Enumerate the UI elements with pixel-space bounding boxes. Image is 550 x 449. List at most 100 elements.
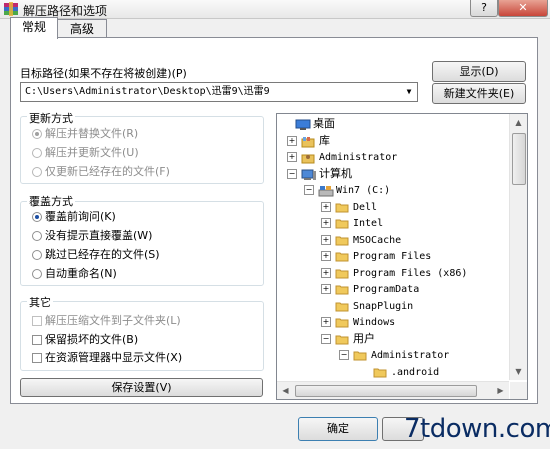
expand-icon[interactable]: + [321,251,331,261]
checkbox-box [32,353,42,363]
radio-auto-rename[interactable]: 自动重命名(N) [32,267,117,281]
target-path-label: 目标路径(如果不存在将被创建)(P) [20,67,187,80]
radio-circle [32,148,42,158]
expand-icon[interactable]: + [321,202,331,212]
vertical-scrollbar[interactable]: ▲ ▼ [509,114,527,380]
checkbox-show-in-explorer[interactable]: 在资源管理器中显示文件(X) [32,351,182,365]
checkbox-extract-to-subfolders[interactable]: 解压压缩文件到子文件夹(L) [32,314,181,328]
scroll-left-icon[interactable]: ◀ [277,382,294,399]
tab-advanced[interactable]: 高级 [57,19,107,39]
expand-icon[interactable]: + [321,218,331,228]
scroll-down-icon[interactable]: ▼ [510,363,527,380]
winrar-icon [4,2,18,16]
scroll-thumb-vertical[interactable] [512,133,526,185]
target-path-value: C:\Users\Administrator\Desktop\迅雷9\迅雷9 [25,86,270,97]
update-mode-title: 更新方式 [27,110,75,126]
tree-item-label: .android [391,367,440,378]
tree-item[interactable]: − Administrator [339,347,449,363]
radio-extract-update[interactable]: 解压并更新文件(U) [32,146,139,160]
chevron-down-icon[interactable]: ▼ [401,83,417,101]
tree-item-label: Program Files [353,251,432,262]
tree-item-label: ProgramData [353,284,420,295]
expand-icon[interactable]: + [321,268,331,278]
radio-circle [32,167,42,177]
radio-circle [32,269,42,279]
tree-item-label: Administrator [371,350,450,361]
radio-circle [32,212,42,222]
radio-skip-existing[interactable]: 跳过已经存在的文件(S) [32,248,160,262]
tab-general[interactable]: 常规 [10,17,58,39]
folder-icon [335,235,349,246]
watermark: 7tdown.com [404,414,550,444]
tree-item[interactable]: SnapPlugin [321,298,413,314]
computer-icon [301,169,316,180]
tree-item[interactable]: + Windows [321,314,395,330]
folder-icon [335,284,349,295]
tree-item[interactable]: + MSOCache [321,232,401,248]
tree-item-label: Administrator [319,152,398,163]
title-bar: 解压路径和选项 ? ✕ [0,0,550,19]
tree-item-label: MSOCache [353,235,402,246]
tree-item[interactable]: + Intel [321,215,383,231]
folder-icon [335,301,349,312]
expand-icon[interactable]: + [287,152,297,162]
misc-title: 其它 [27,294,53,310]
target-path-combobox[interactable]: C:\Users\Administrator\Desktop\迅雷9\迅雷9 ▼ [20,82,418,102]
folder-tree[interactable]: 桌面 + 库 + Administrator − 计算机 − Win7 (C:) + Dell + In… [276,113,528,400]
collapse-icon[interactable]: − [339,350,349,360]
expand-icon[interactable]: + [287,136,297,146]
tree-item-label: 库 [319,134,330,147]
library-icon [301,136,315,147]
collapse-icon[interactable]: − [304,185,314,195]
save-settings-button[interactable]: 保存设置(V) [20,378,263,397]
expand-icon[interactable]: + [321,235,331,245]
show-button[interactable]: 显示(D) [432,61,526,82]
close-button[interactable]: ✕ [498,0,548,17]
collapse-icon[interactable]: − [287,169,297,179]
tree-item[interactable]: + ProgramData [321,281,419,297]
overwrite-mode-title: 覆盖方式 [27,193,75,209]
folder-icon [335,268,349,279]
folder-icon [335,202,349,213]
horizontal-scrollbar[interactable]: ◀ ▶ [277,381,509,399]
tree-item-label: Windows [353,317,396,328]
user-folder-icon [301,152,315,163]
scroll-right-icon[interactable]: ▶ [492,382,509,399]
tree-item[interactable]: + Program Files [321,248,431,264]
folder-icon [335,317,349,328]
ok-button[interactable]: 确定 [298,417,378,441]
tree-item-label: 用户 [353,332,375,345]
tree-item[interactable]: − 用户 [321,331,375,347]
scroll-up-icon[interactable]: ▲ [510,114,527,131]
folder-icon [335,334,349,345]
tree-item-label: 计算机 [319,167,352,180]
tree-item[interactable]: + Program Files (x86) [321,265,467,281]
tree-item[interactable]: − Win7 (C:) [304,182,390,198]
folder-icon [335,218,349,229]
tree-item[interactable]: .android [359,364,439,380]
tree-item[interactable]: − 计算机 [287,166,352,182]
scroll-thumb-horizontal[interactable] [295,385,477,397]
folder-icon [335,251,349,262]
radio-circle [32,231,42,241]
tree-item-label: Win7 (C:) [336,185,391,196]
checkbox-box [32,316,42,326]
radio-ask-before-overwrite[interactable]: 覆盖前询问(K) [32,210,116,224]
collapse-icon[interactable]: − [321,334,331,344]
tree-item[interactable]: + 库 [287,133,330,149]
expand-icon[interactable]: + [321,317,331,327]
radio-extract-replace[interactable]: 解压并替换文件(R) [32,127,138,141]
help-button[interactable]: ? [470,0,498,17]
expand-icon[interactable]: + [321,284,331,294]
radio-circle [32,250,42,260]
checkbox-keep-broken-files[interactable]: 保留损坏的文件(B) [32,333,138,347]
radio-circle [32,129,42,139]
new-folder-button[interactable]: 新建文件夹(E) [432,83,526,104]
radio-freshen-existing[interactable]: 仅更新已经存在的文件(F) [32,165,170,179]
scrollbar-corner [510,382,527,399]
drive-icon [318,185,334,196]
tree-item[interactable]: + Administrator [287,149,397,165]
radio-overwrite-without-prompt[interactable]: 没有提示直接覆盖(W) [32,229,152,243]
tree-item[interactable]: 桌面 [281,116,335,132]
tree-item[interactable]: + Dell [321,199,377,215]
